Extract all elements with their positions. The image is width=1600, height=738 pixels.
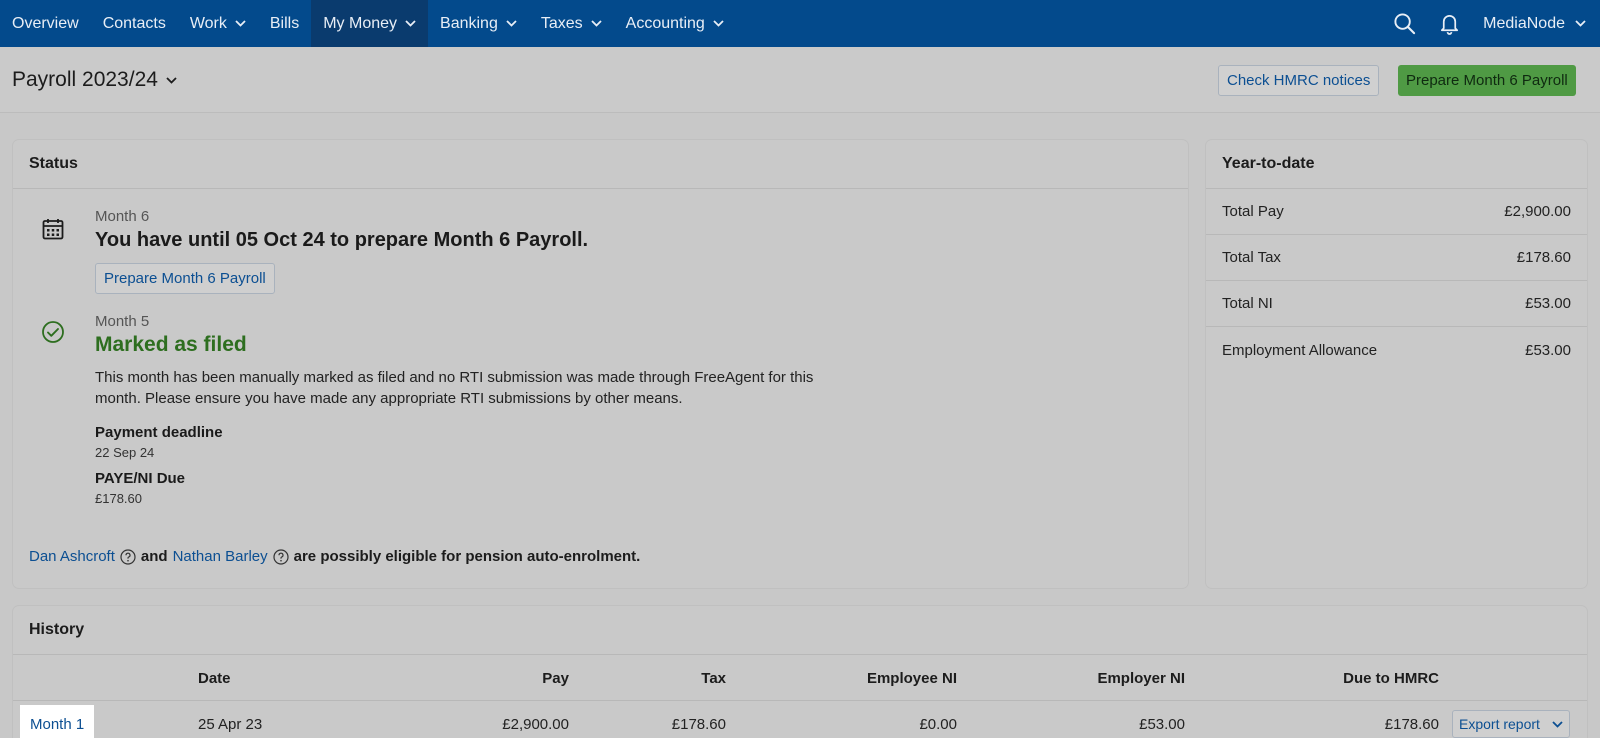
employee-link-dan[interactable]: Dan Ashcroft (29, 548, 115, 565)
check-circle-icon (42, 321, 64, 343)
prepare-payroll-button[interactable]: Prepare Month 6 Payroll (1398, 65, 1576, 96)
ytd-row: Total Pay £2,900.00 (1206, 189, 1587, 235)
chevron-down-icon (166, 76, 177, 84)
chevron-down-icon (1575, 20, 1586, 27)
paye-ni-due-label: PAYE/NI Due (95, 470, 186, 487)
chevron-down-icon (235, 20, 246, 27)
ytd-heading: Year-to-date (1206, 140, 1587, 189)
pension-notice: Dan Ashcroft and Nathan Barley are possi… (29, 548, 640, 565)
chevron-down-icon (713, 20, 724, 27)
status-card: Status Month 6 You have until 05 Oct 24 … (13, 140, 1188, 588)
export-report-button[interactable]: Export report (1452, 710, 1570, 738)
row-due-to-hmrc: £178.60 (1384, 715, 1439, 733)
ytd-row: Total Tax £178.60 (1206, 235, 1587, 281)
table-row: Month 1 25 Apr 23 £2,900.00 £178.60 £0.0… (13, 701, 1587, 738)
ytd-row: Employment Allowance £53.00 (1206, 327, 1587, 373)
search-icon[interactable] (1393, 12, 1416, 35)
row-employer-ni: £53.00 (1139, 715, 1185, 733)
column-header-pay: Pay (542, 669, 569, 687)
filed-description: This month has been manually marked as f… (95, 369, 814, 407)
help-icon[interactable] (273, 548, 289, 565)
ytd-label: Total Pay (1222, 203, 1284, 220)
payment-deadline-value: 22 Sep 24 (95, 445, 155, 460)
payment-deadline-label: Payment deadline (95, 424, 223, 441)
column-header-employee-ni: Employee NI (866, 669, 957, 687)
nav-item-accounting[interactable]: Accounting (614, 0, 736, 47)
ytd-label: Total NI (1222, 295, 1273, 312)
nav-item-banking[interactable]: Banking (428, 0, 529, 47)
filed-status: Marked as filed (95, 333, 247, 356)
ytd-value: £53.00 (1525, 341, 1571, 359)
column-header-tax: Tax (701, 669, 726, 687)
page-header: Payroll 2023/24 Check HMRC notices Prepa… (0, 47, 1600, 113)
nav-item-overview[interactable]: Overview (0, 0, 91, 47)
table-header: Date Pay Tax Employee NI Employer NI Due… (13, 655, 1587, 701)
row-date: 25 Apr 23 (198, 715, 263, 733)
prepare-payroll-inline-button[interactable]: Prepare Month 6 Payroll (95, 263, 275, 294)
ytd-value: £53.00 (1525, 295, 1571, 312)
nav-item-bills[interactable]: Bills (258, 0, 311, 47)
bell-icon[interactable] (1438, 12, 1461, 35)
nav-item-taxes[interactable]: Taxes (529, 0, 614, 47)
status-heading: Status (13, 140, 1188, 189)
history-heading: History (13, 606, 1587, 655)
current-month-label: Month 6 (95, 208, 150, 225)
row-pay: £2,900.00 (502, 715, 569, 733)
chevron-down-icon (405, 20, 416, 27)
month-link[interactable]: Month 1 (20, 705, 95, 738)
previous-month-label: Month 5 (95, 313, 150, 330)
payroll-year-selector[interactable]: Payroll 2023/24 (12, 68, 177, 92)
row-employee-ni: £0.00 (919, 715, 957, 733)
row-tax: £178.60 (671, 715, 726, 733)
nav-right-tools: MediaNode (1393, 0, 1600, 47)
export-report-label: Export report (1459, 716, 1540, 732)
nav-item-my-money[interactable]: My Money (311, 0, 429, 47)
year-to-date-card: Year-to-date Total Pay £2,900.00 Total T… (1206, 140, 1587, 588)
pension-and: and (140, 548, 168, 565)
ytd-label: Employment Allowance (1222, 341, 1378, 359)
nav-item-contacts[interactable]: Contacts (91, 0, 178, 47)
account-menu[interactable]: MediaNode (1483, 15, 1586, 33)
deadline-message: You have until 05 Oct 24 to prepare Mont… (95, 229, 589, 251)
chevron-down-icon (591, 20, 602, 27)
employee-link-nathan[interactable]: Nathan Barley (173, 548, 268, 565)
ytd-value: £178.60 (1516, 249, 1571, 266)
current-month-block: Month 6 You have until 05 Oct 24 to prep… (95, 208, 588, 294)
chevron-down-icon (506, 20, 517, 27)
help-icon[interactable] (120, 548, 136, 565)
paye-ni-due-value: £178.60 (95, 491, 142, 506)
account-name: MediaNode (1483, 14, 1565, 32)
ytd-row: Total NI £53.00 (1206, 281, 1587, 327)
nav-item-work[interactable]: Work (178, 0, 258, 47)
pension-suffix: are possibly eligible for pension auto-e… (293, 548, 641, 565)
ytd-label: Total Tax (1222, 249, 1281, 266)
calendar-icon (42, 219, 64, 240)
column-header-due-to-hmrc: Due to HMRC (1343, 669, 1439, 687)
chevron-down-icon (1552, 720, 1563, 728)
history-table: Date Pay Tax Employee NI Employer NI Due… (13, 655, 1587, 738)
top-navigation: Overview Contacts Work Bills My Money Ba… (0, 0, 1600, 47)
history-card: History Date Pay Tax Employee NI Employe… (13, 606, 1587, 738)
previous-month-block: Month 5 Marked as filed This month has b… (95, 313, 835, 506)
column-header-employer-ni: Employer NI (1097, 669, 1185, 687)
check-hmrc-notices-button[interactable]: Check HMRC notices (1218, 65, 1380, 96)
ytd-value: £2,900.00 (1504, 203, 1571, 220)
page-title: Payroll 2023/24 (12, 68, 158, 91)
column-header-date: Date (198, 669, 231, 687)
